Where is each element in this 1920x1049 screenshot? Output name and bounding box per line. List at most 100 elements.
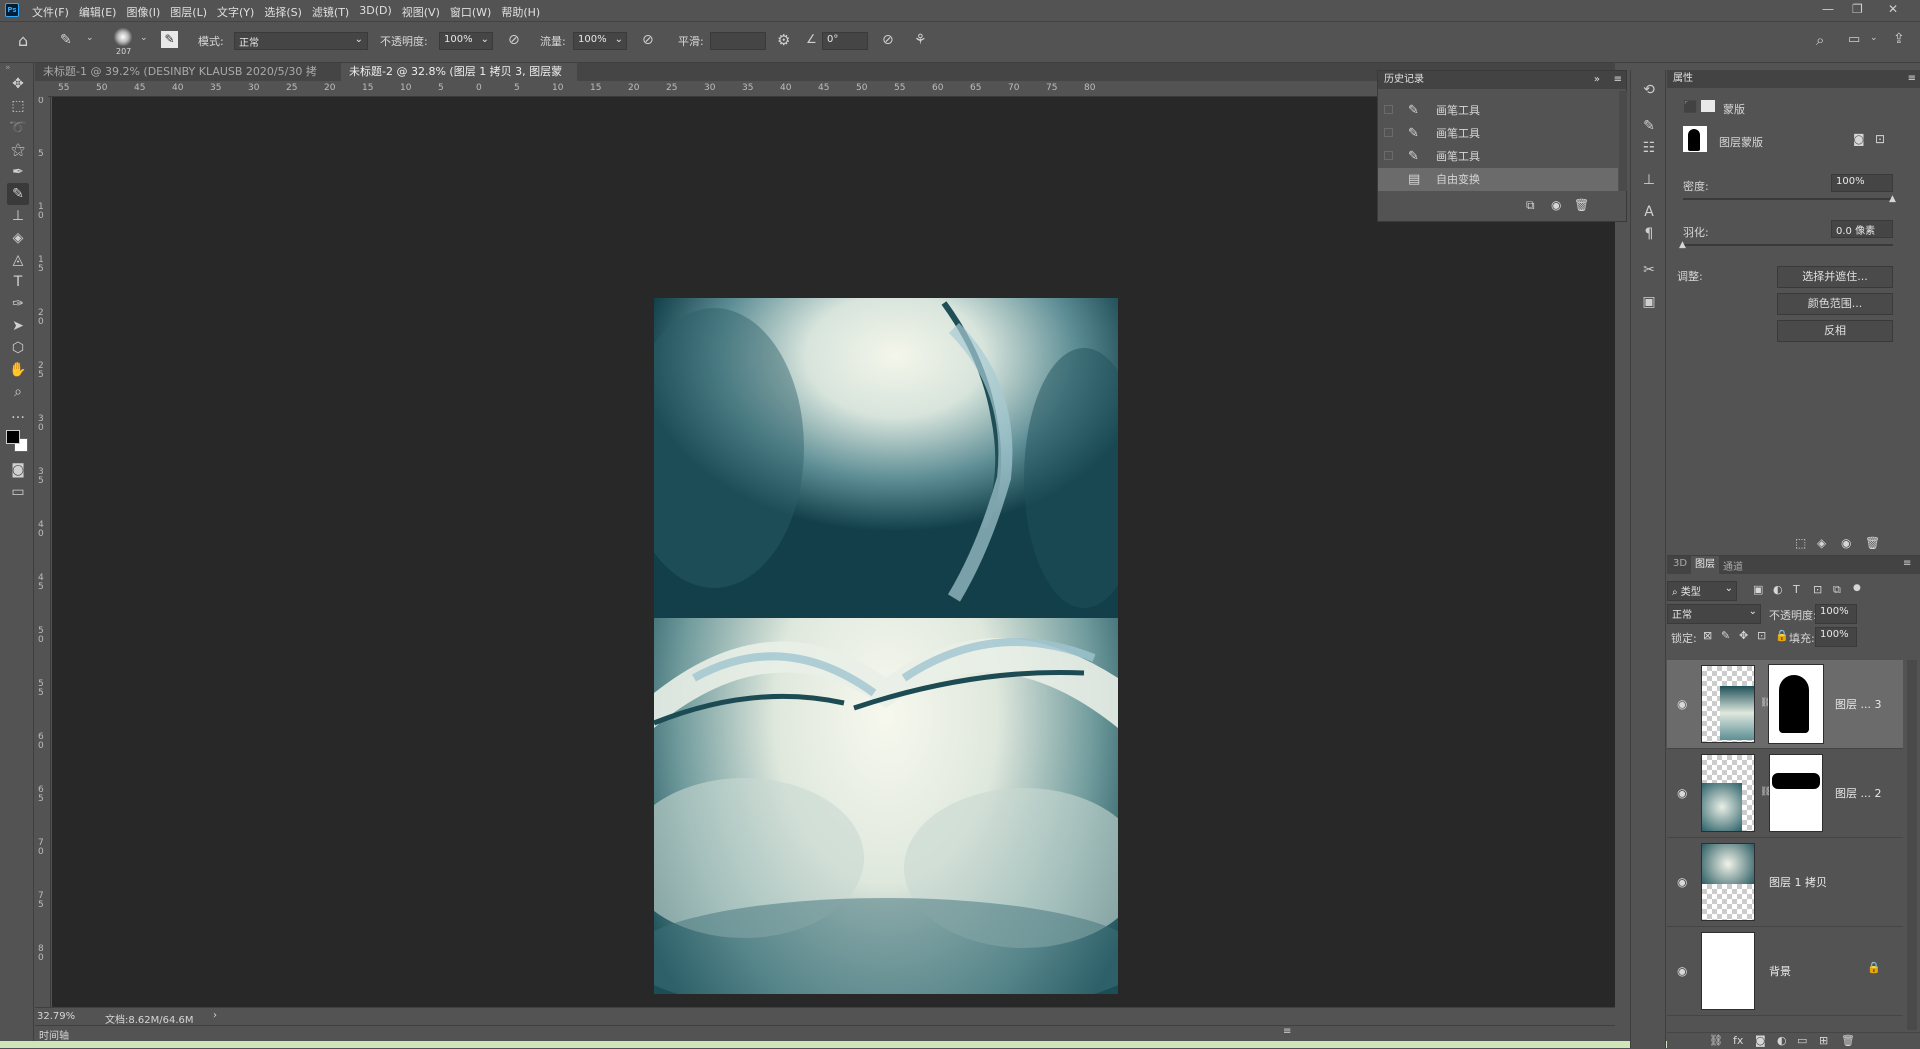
brush-settings-icon[interactable]: ✎ (161, 31, 178, 48)
layer-thumbnail[interactable] (1701, 754, 1755, 832)
zoom-tool-icon[interactable]: ⌕ (7, 381, 29, 403)
brush-settings-icon[interactable]: ✎ (1639, 116, 1659, 136)
filter-toggle-icon[interactable]: ● (1853, 583, 1861, 593)
tools-icon[interactable]: ✂ (1639, 260, 1659, 280)
magic-wand-tool-icon[interactable]: ⚝ (7, 139, 29, 161)
menu-filter[interactable]: 滤镜(T) (312, 4, 349, 20)
select-and-mask-button[interactable]: 选择并遮住... (1777, 266, 1893, 288)
trash-icon[interactable]: 🗑 (1574, 198, 1589, 212)
menu-icon[interactable]: ≡ (1614, 71, 1622, 89)
new-document-from-state-icon[interactable]: ⧉ (1526, 198, 1535, 213)
lock-transparency-icon[interactable]: ⊠ (1703, 629, 1712, 642)
menu-select[interactable]: 选择(S) (264, 4, 302, 20)
fx-icon[interactable]: fx (1733, 1034, 1743, 1047)
layer-row[interactable]: ◉ ⛓ 图层 ... 2 (1667, 749, 1903, 838)
mode-select[interactable]: 正常 ⌄ (234, 32, 368, 50)
canvas-area[interactable] (52, 97, 1615, 1007)
collapse-icon[interactable]: » (5, 63, 11, 73)
restore-icon[interactable]: ❐ (1852, 2, 1863, 16)
marquee-tool-icon[interactable]: ⬚ (7, 95, 29, 117)
trash-icon[interactable]: 🗑 (1865, 536, 1880, 550)
close-icon[interactable]: ✕ (1888, 2, 1898, 16)
history-item-selected[interactable]: ▤ 自由变换 (1378, 168, 1618, 191)
layer-thumbnail[interactable] (1701, 932, 1755, 1010)
stamp-tool-icon[interactable]: ⊥ (7, 205, 29, 227)
mask-thumbnail[interactable] (1769, 754, 1823, 832)
load-selection-icon[interactable]: ⬚ (1795, 536, 1806, 550)
checkbox[interactable] (1384, 128, 1393, 137)
color-range-button[interactable]: 颜色范围... (1777, 293, 1893, 315)
brush-tool-icon[interactable]: ✎ (7, 183, 29, 205)
history-item[interactable]: ✎ 画笔工具 (1378, 122, 1618, 145)
minimize-icon[interactable]: — (1822, 2, 1834, 16)
adjustment-layer-icon[interactable]: ◐ (1777, 1034, 1787, 1047)
layer-name[interactable]: 图层 ... 3 (1835, 696, 1881, 712)
history-title[interactable]: 历史记录 (1384, 74, 1424, 85)
menu-help[interactable]: 帮助(H) (501, 4, 540, 20)
layer-name[interactable]: 图层 ... 2 (1835, 785, 1881, 801)
checkbox[interactable] (1384, 174, 1393, 183)
layer-row[interactable]: ◉ ⛓ 图层 ... 3 (1667, 660, 1903, 749)
lock-artboard-icon[interactable]: ⊡ (1757, 629, 1766, 642)
pressure-opacity-icon[interactable]: ⊘ (508, 32, 520, 48)
feather-slider[interactable] (1683, 244, 1893, 246)
move-tool-icon[interactable]: ✥ (7, 73, 29, 95)
group-folder-icon[interactable]: ▭ (1797, 1034, 1807, 1047)
menu-window[interactable]: 窗口(W) (450, 4, 491, 20)
layer-name[interactable]: 背景 (1769, 963, 1791, 979)
chevron-down-icon[interactable]: ⌄ (1870, 33, 1878, 43)
shape-tool-icon[interactable]: ⬡ (7, 337, 29, 359)
paint-bucket-tool-icon[interactable]: ◬ (7, 249, 29, 271)
symmetry-icon[interactable]: ⚘ (914, 32, 927, 48)
checkbox[interactable] (1384, 151, 1393, 160)
layer-thumbnail[interactable] (1701, 665, 1755, 743)
search-icon[interactable]: ⌕ (1816, 31, 1824, 49)
menu-icon[interactable]: ≡ (1283, 1026, 1291, 1037)
layer-row[interactable]: ◉ 图层 1 拷贝 (1667, 838, 1903, 927)
expand-icon[interactable]: » (1594, 71, 1600, 89)
chevron-down-icon[interactable]: ⌄ (86, 33, 94, 43)
eye-icon[interactable]: ◉ (1677, 964, 1687, 978)
layer-name[interactable]: 图层 1 拷贝 (1769, 874, 1827, 890)
tab-layers[interactable]: 图层 (1691, 556, 1719, 574)
pixel-mask-icon[interactable]: ⬛ (1683, 100, 1698, 114)
lock-all-icon[interactable]: 🔒 (1775, 629, 1789, 642)
apply-mask-icon[interactable]: ◈ (1817, 536, 1826, 550)
flow-input[interactable]: 100% ⌄ (573, 32, 627, 50)
timeline-label[interactable]: 时间轴 (39, 1027, 69, 1042)
pen-tool-icon[interactable]: ✑ (7, 293, 29, 315)
density-slider-handle[interactable]: ▲ (1889, 194, 1896, 204)
history-item[interactable]: ✎ 画笔工具 (1378, 99, 1618, 122)
lock-pixels-icon[interactable]: ✎ (1721, 629, 1730, 642)
properties-title[interactable]: 属性 (1673, 73, 1693, 84)
paragraph-icon[interactable]: ¶ (1639, 224, 1659, 244)
scrollbar[interactable] (1907, 660, 1917, 1030)
status-menu-arrow[interactable]: › (213, 1010, 217, 1021)
zoom-level[interactable]: 32.79% (37, 1011, 75, 1022)
workspace-icon[interactable]: ▭ (1848, 32, 1860, 47)
menu-icon[interactable]: ≡ (1908, 70, 1916, 88)
tab-document-2[interactable]: 未标题-2 @ 32.8% (图层 1 拷贝 3, 图层蒙版/8) * × (341, 63, 577, 96)
angle-input[interactable]: 0° (822, 32, 868, 50)
hand-tool-icon[interactable]: ✋ (7, 359, 29, 381)
airbrush-icon[interactable]: ⊘ (642, 32, 654, 48)
eyedropper-tool-icon[interactable]: ✒ (7, 161, 29, 183)
menu-edit[interactable]: 编辑(E) (79, 4, 117, 20)
screen-mode-icon[interactable]: ▭ (7, 481, 29, 503)
eye-icon[interactable]: ◉ (1677, 786, 1687, 800)
character-icon[interactable]: A (1639, 202, 1659, 222)
filter-pixel-icon[interactable]: ▣ (1753, 583, 1763, 596)
smoothing-input[interactable] (710, 32, 766, 50)
type-tool-icon[interactable]: T (7, 271, 29, 293)
menu-layer[interactable]: 图层(L) (170, 4, 207, 20)
menu-3d[interactable]: 3D(D) (359, 4, 392, 20)
chevron-down-icon[interactable]: ⌄ (140, 33, 148, 43)
brush-tool-icon[interactable]: ✎ (60, 32, 72, 48)
add-mask-icon[interactable]: ◙ (1755, 1034, 1766, 1047)
foreground-color-swatch[interactable] (6, 430, 20, 444)
scrollbar[interactable] (1619, 91, 1627, 191)
eraser-tool-icon[interactable]: ◈ (7, 227, 29, 249)
feather-slider-handle[interactable]: ▲ (1679, 240, 1686, 250)
checkbox[interactable] (1384, 105, 1393, 114)
layer-mask-icon[interactable]: ◙ (1853, 132, 1865, 146)
